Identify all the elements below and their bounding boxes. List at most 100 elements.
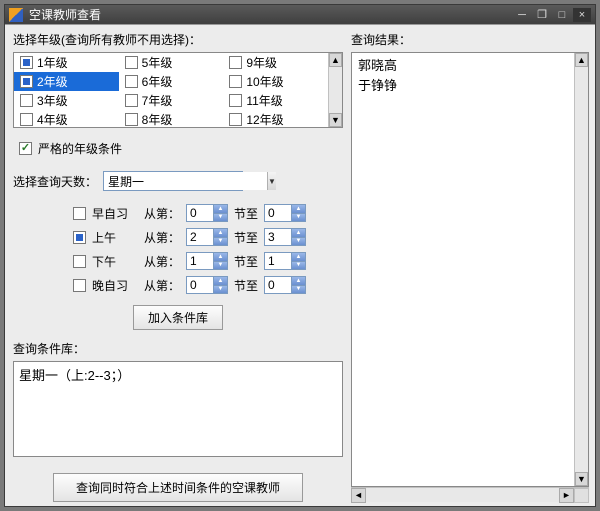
grade-item[interactable]: 5年级 bbox=[119, 53, 224, 72]
grade-item[interactable]: 2年级 bbox=[14, 72, 119, 91]
grade-scrollbar[interactable]: ▲ ▼ bbox=[328, 53, 342, 127]
scroll-down-icon[interactable]: ▼ bbox=[329, 113, 342, 127]
spin-down-icon[interactable]: ▼ bbox=[213, 214, 227, 222]
restore-button[interactable]: ❐ bbox=[533, 8, 551, 22]
spin-down-icon[interactable]: ▼ bbox=[213, 262, 227, 270]
client-area: 选择年级(查询所有教师不用选择)： 1年级5年级9年级 2年级 6年级 10年级 3年级… bbox=[5, 24, 595, 506]
maximize-button[interactable]: □ bbox=[553, 8, 571, 22]
spin-down-icon[interactable]: ▼ bbox=[291, 262, 305, 270]
grade-item[interactable]: 10年级 bbox=[223, 72, 328, 91]
scroll-up-icon[interactable]: ▲ bbox=[329, 53, 342, 67]
spin-up-icon[interactable]: ▲ bbox=[213, 229, 227, 238]
grade-checkbox[interactable] bbox=[125, 75, 138, 88]
grade-label: 10年级 bbox=[246, 73, 283, 90]
grade-checkbox[interactable] bbox=[125, 113, 138, 126]
spin-up-icon[interactable]: ▲ bbox=[291, 205, 305, 214]
result-item[interactable]: 于铮铮 bbox=[358, 76, 582, 96]
day-select-label: 选择查询天数： bbox=[13, 173, 97, 190]
grade-item[interactable]: 4年级 bbox=[14, 110, 119, 128]
to-spinner[interactable]: ▲▼ bbox=[264, 204, 306, 222]
condition-item[interactable]: 星期一（上:2--3；） bbox=[19, 365, 337, 384]
grade-item[interactable]: 11年级 bbox=[223, 91, 328, 110]
period-row: 下午从第：▲▼节至▲▼ bbox=[73, 249, 343, 273]
grade-checkbox[interactable] bbox=[20, 75, 33, 88]
to-input[interactable] bbox=[265, 277, 291, 293]
grade-listbox[interactable]: 1年级5年级9年级2年级6年级10年级3年级7年级11年级4年级8年级12年级 … bbox=[13, 52, 343, 128]
close-button[interactable]: × bbox=[573, 8, 591, 22]
day-input[interactable] bbox=[104, 172, 267, 190]
spin-down-icon[interactable]: ▼ bbox=[213, 238, 227, 246]
spin-up-icon[interactable]: ▲ bbox=[213, 205, 227, 214]
scroll-up-icon[interactable]: ▲ bbox=[575, 53, 588, 67]
spin-up-icon[interactable]: ▲ bbox=[291, 253, 305, 262]
grade-checkbox[interactable] bbox=[229, 56, 242, 69]
grade-checkbox[interactable] bbox=[229, 113, 242, 126]
grade-item[interactable]: 9年级 bbox=[223, 53, 328, 72]
from-input[interactable] bbox=[187, 229, 213, 245]
spin-down-icon[interactable]: ▼ bbox=[291, 214, 305, 222]
period-checkbox[interactable] bbox=[73, 231, 86, 244]
grade-checkbox[interactable] bbox=[125, 56, 138, 69]
results-listbox[interactable]: 郭晓高于铮铮 ▲ ▼ bbox=[351, 52, 589, 487]
results-scrollbar[interactable]: ▲ ▼ bbox=[574, 53, 588, 486]
app-icon bbox=[9, 8, 23, 22]
titlebar[interactable]: 空课教师查看 ─ ❐ □ × bbox=[5, 5, 595, 24]
scroll-right-icon[interactable]: ► bbox=[559, 488, 574, 503]
grade-item[interactable]: 8年级 bbox=[119, 110, 224, 128]
grade-checkbox[interactable] bbox=[125, 94, 138, 107]
to-spinner[interactable]: ▲▼ bbox=[264, 228, 306, 246]
from-input[interactable] bbox=[187, 277, 213, 293]
to-spinner[interactable]: ▲▼ bbox=[264, 276, 306, 294]
add-condition-button[interactable]: 加入条件库 bbox=[133, 305, 223, 330]
grade-label: 6年级 bbox=[142, 73, 173, 90]
strict-checkbox[interactable] bbox=[19, 142, 32, 155]
to-input[interactable] bbox=[265, 205, 291, 221]
results-hscroll[interactable]: ◄ ► bbox=[351, 487, 589, 502]
from-spinner[interactable]: ▲▼ bbox=[186, 204, 228, 222]
to-spinner[interactable]: ▲▼ bbox=[264, 252, 306, 270]
chevron-down-icon[interactable]: ▼ bbox=[267, 172, 276, 190]
spin-up-icon[interactable]: ▲ bbox=[291, 277, 305, 286]
period-checkbox[interactable] bbox=[73, 279, 86, 292]
spin-down-icon[interactable]: ▼ bbox=[291, 286, 305, 294]
condition-listbox[interactable]: 星期一（上:2--3；） bbox=[13, 361, 343, 457]
grade-checkbox[interactable] bbox=[20, 94, 33, 107]
minimize-button[interactable]: ─ bbox=[513, 8, 531, 22]
to-label: 节至 bbox=[234, 205, 258, 222]
grade-item[interactable]: 1年级 bbox=[14, 53, 119, 72]
grade-item[interactable]: 12年级 bbox=[223, 110, 328, 128]
grade-label: 12年级 bbox=[246, 111, 283, 128]
to-input[interactable] bbox=[265, 229, 291, 245]
from-input[interactable] bbox=[187, 205, 213, 221]
scroll-down-icon[interactable]: ▼ bbox=[575, 472, 588, 486]
grade-item[interactable]: 7年级 bbox=[119, 91, 224, 110]
condition-lib-label: 查询条件库： bbox=[13, 340, 343, 357]
grade-checkbox[interactable] bbox=[20, 113, 33, 126]
period-checkbox[interactable] bbox=[73, 255, 86, 268]
from-spinner[interactable]: ▲▼ bbox=[186, 252, 228, 270]
result-item[interactable]: 郭晓高 bbox=[358, 56, 582, 76]
spin-up-icon[interactable]: ▲ bbox=[291, 229, 305, 238]
grade-item[interactable]: 3年级 bbox=[14, 91, 119, 110]
grade-item[interactable]: 6年级 bbox=[119, 72, 224, 91]
period-checkbox[interactable] bbox=[73, 207, 86, 220]
spin-up-icon[interactable]: ▲ bbox=[213, 253, 227, 262]
scroll-left-icon[interactable]: ◄ bbox=[351, 488, 366, 503]
from-label: 从第： bbox=[144, 205, 180, 222]
day-combobox[interactable]: ▼ bbox=[103, 171, 243, 191]
grade-select-label: 选择年级(查询所有教师不用选择)： bbox=[13, 31, 343, 48]
from-spinner[interactable]: ▲▼ bbox=[186, 276, 228, 294]
period-name: 早自习 bbox=[92, 205, 138, 222]
from-label: 从第： bbox=[144, 253, 180, 270]
grade-checkbox[interactable] bbox=[20, 56, 33, 69]
spin-up-icon[interactable]: ▲ bbox=[213, 277, 227, 286]
spin-down-icon[interactable]: ▼ bbox=[291, 238, 305, 246]
left-pane: 选择年级(查询所有教师不用选择)： 1年级5年级9年级 2年级 6年级 10年级 3年级… bbox=[5, 25, 347, 506]
from-spinner[interactable]: ▲▼ bbox=[186, 228, 228, 246]
from-input[interactable] bbox=[187, 253, 213, 269]
grade-checkbox[interactable] bbox=[229, 94, 242, 107]
spin-down-icon[interactable]: ▼ bbox=[213, 286, 227, 294]
to-input[interactable] bbox=[265, 253, 291, 269]
query-button[interactable]: 查询同时符合上述时间条件的空课教师 bbox=[53, 473, 303, 502]
grade-checkbox[interactable] bbox=[229, 75, 242, 88]
